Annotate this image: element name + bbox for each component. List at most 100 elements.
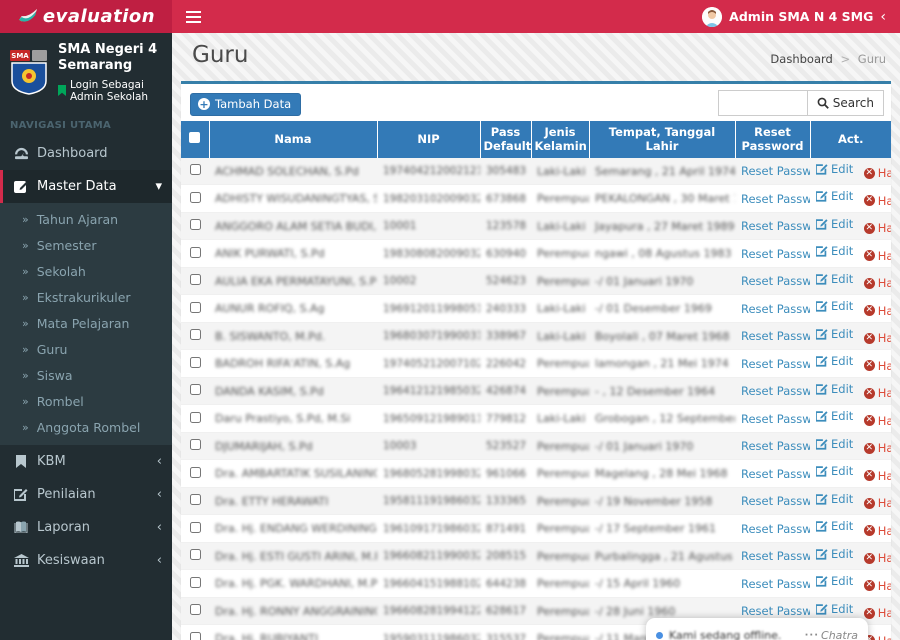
reset-password-link[interactable]: Reset Password [741, 219, 810, 233]
edit-link[interactable]: Edit [816, 217, 853, 231]
row-checkbox[interactable] [189, 631, 201, 640]
reset-password-link[interactable]: Reset Password [741, 412, 810, 426]
sidebar-item-ekstrakurikuler[interactable]: » Ekstrakurikuler [0, 285, 172, 311]
delete-link[interactable]: ✕ Hapus [863, 304, 891, 318]
breadcrumb-dashboard[interactable]: Dashboard [770, 52, 832, 66]
user-avatar [702, 6, 723, 27]
reset-password-link[interactable]: Reset Password [741, 604, 810, 618]
sidebar-item-tahun-ajaran[interactable]: » Tahun Ajaran [0, 207, 172, 233]
delete-link[interactable]: ✕ Hapus [863, 524, 891, 538]
sidebar-item-laporan[interactable]: Laporan ‹ [0, 511, 172, 544]
delete-link[interactable]: ✕ Hapus [863, 194, 891, 208]
row-checkbox[interactable] [189, 439, 201, 450]
sidebar-item-dashboard[interactable]: Dashboard [0, 137, 172, 170]
delete-link[interactable]: ✕ Hapus [863, 551, 891, 565]
row-checkbox[interactable] [189, 219, 201, 230]
edit-link[interactable]: Edit [816, 409, 853, 423]
cell-nama: DANDA KASIM, S.Pd [209, 377, 377, 406]
row-checkbox[interactable] [189, 549, 201, 560]
delete-link[interactable]: ✕ Hapus [863, 386, 891, 400]
delete-link[interactable]: ✕ Hapus [863, 221, 891, 235]
delete-link[interactable]: ✕ Hapus [863, 331, 891, 345]
reset-password-link[interactable]: Reset Password [741, 577, 810, 591]
cell-nip: 196805281998032002 [377, 459, 480, 488]
delete-link[interactable]: ✕ Hapus [863, 414, 891, 428]
reset-password-link[interactable]: Reset Password [741, 494, 810, 508]
edit-link[interactable]: Edit [816, 492, 853, 506]
reset-password-link[interactable]: Reset Password [741, 192, 810, 206]
sidebar-item-kbm[interactable]: KBM ‹ [0, 445, 172, 478]
row-checkbox[interactable] [189, 466, 201, 478]
sidebar-item-sekolah[interactable]: » Sekolah [0, 259, 172, 285]
sidebar-item-guru[interactable]: » Guru [0, 337, 172, 363]
delete-link[interactable]: ✕ Hapus [863, 469, 891, 483]
search-input[interactable] [717, 90, 807, 116]
edit-link[interactable]: Edit [816, 382, 853, 396]
edit-link[interactable]: Edit [816, 547, 853, 561]
row-checkbox[interactable] [189, 301, 201, 313]
edit-link[interactable]: Edit [816, 189, 853, 203]
sidebar-item-master-data[interactable]: Master Data ▾ [0, 169, 172, 203]
row-checkbox[interactable] [189, 384, 201, 395]
row-checkbox[interactable] [189, 191, 201, 203]
row-checkbox[interactable] [189, 494, 201, 505]
reset-password-link[interactable]: Reset Password [741, 274, 810, 288]
reset-password-link[interactable]: Reset Password [741, 357, 810, 371]
reset-password-link[interactable]: Reset Password [741, 522, 810, 536]
svg-text:SMA: SMA [11, 52, 29, 60]
edit-link[interactable]: Edit [816, 299, 853, 313]
sidebar-item-siswa[interactable]: » Siswa [0, 363, 172, 389]
reset-password-link[interactable]: Reset Password [741, 549, 810, 563]
row-checkbox[interactable] [189, 356, 201, 368]
delete-link[interactable]: ✕ Hapus [863, 166, 891, 180]
delete-link[interactable]: ✕ Hapus [863, 359, 891, 373]
row-checkbox[interactable] [189, 604, 201, 615]
search-button[interactable]: Search [806, 90, 884, 116]
reset-password-link[interactable]: Reset Password [741, 439, 810, 453]
select-all-checkbox[interactable] [189, 132, 201, 144]
delete-link[interactable]: ✕ Hapus [863, 249, 891, 263]
edit-link[interactable]: Edit [816, 464, 853, 478]
edit-link[interactable]: Edit [816, 574, 853, 588]
sidebar-item-rombel[interactable]: » Rombel [0, 389, 172, 415]
edit-link[interactable]: Edit [816, 437, 853, 451]
edit-link[interactable]: Edit [816, 519, 853, 533]
angle-double-right-icon: » [22, 421, 29, 434]
delete-link[interactable]: ✕ Hapus [863, 606, 891, 620]
reset-password-link[interactable]: Reset Password [741, 467, 810, 481]
row-checkbox[interactable] [189, 329, 201, 340]
edit-link[interactable]: Edit [816, 327, 853, 341]
sidebar-item-semester[interactable]: » Semester [0, 233, 172, 259]
edit-link[interactable]: Edit [816, 244, 853, 258]
row-checkbox[interactable] [189, 164, 201, 175]
sidebar-item-penilaian[interactable]: Penilaian ‹ [0, 478, 172, 511]
row-checkbox[interactable] [189, 521, 201, 533]
chat-widget[interactable]: Kami sedang offline. ··· Chatra [646, 618, 868, 640]
add-data-button[interactable]: + Tambah Data [190, 93, 302, 116]
delete-link[interactable]: ✕ Hapus [863, 441, 891, 455]
sidebar-item-mata-pelajaran[interactable]: » Mata Pelajaran [0, 311, 172, 337]
sidebar-toggle-button[interactable] [172, 0, 214, 33]
sidebar-item-kesiswaan[interactable]: Kesiswaan ‹ [0, 544, 172, 577]
delete-link[interactable]: ✕ Hapus [863, 579, 891, 593]
app-logo[interactable]: evaluation [0, 0, 172, 33]
sidebar-item-anggota-rombel[interactable]: » Anggota Rombel [0, 415, 172, 441]
edit-link[interactable]: Edit [816, 354, 853, 368]
row-checkbox[interactable] [189, 274, 201, 285]
edit-link[interactable]: Edit [816, 602, 853, 616]
reset-password-link[interactable]: Reset Password [741, 302, 810, 316]
edit-icon [816, 219, 828, 230]
edit-link[interactable]: Edit [816, 162, 853, 176]
cell-ttl: Jayapura , 27 Maret 1989 [589, 212, 735, 241]
user-menu[interactable]: Admin SMA N 4 SMG ‹ [702, 0, 900, 33]
reset-password-link[interactable]: Reset Password [741, 329, 810, 343]
reset-password-link[interactable]: Reset Password [741, 164, 810, 178]
reset-password-link[interactable]: Reset Password [741, 384, 810, 398]
row-checkbox[interactable] [189, 411, 201, 423]
delete-link[interactable]: ✕ Hapus [863, 276, 891, 290]
delete-link[interactable]: ✕ Hapus [863, 496, 891, 510]
reset-password-link[interactable]: Reset Password [741, 247, 810, 261]
edit-link[interactable]: Edit [816, 272, 853, 286]
row-checkbox[interactable] [189, 576, 201, 588]
row-checkbox[interactable] [189, 246, 201, 258]
